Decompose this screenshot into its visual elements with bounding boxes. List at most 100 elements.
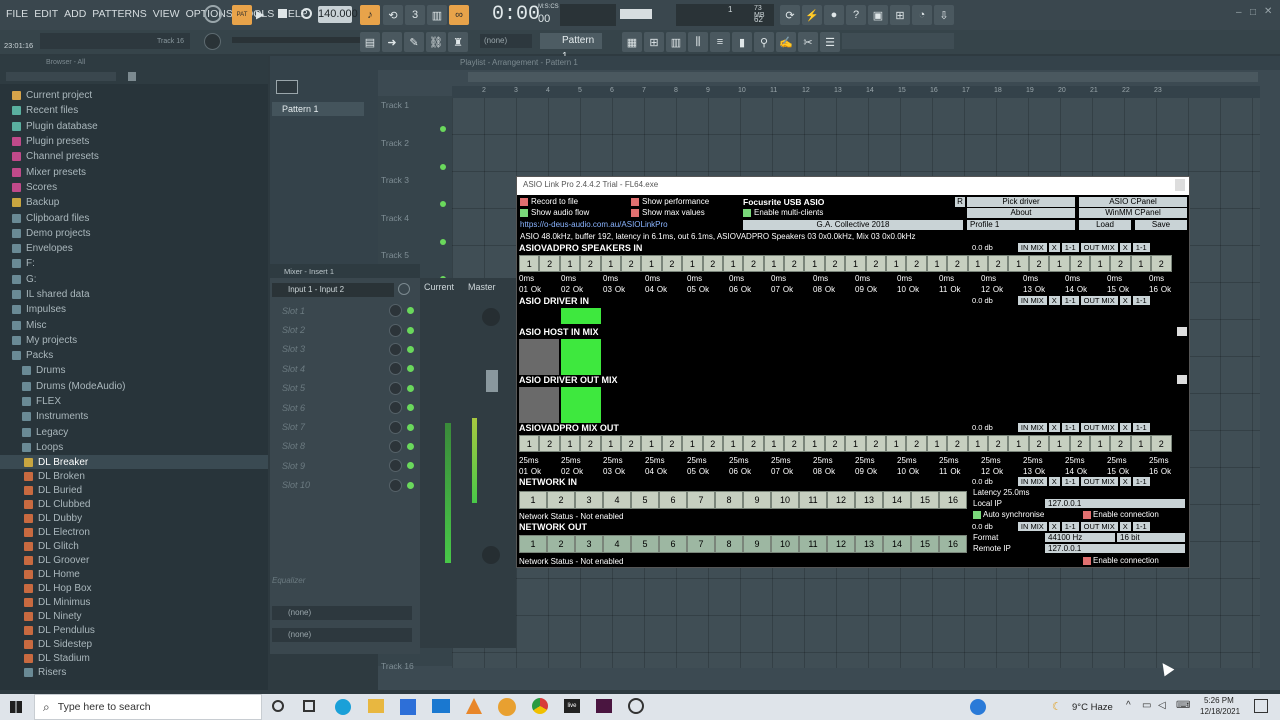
slot-mix-knob[interactable] <box>389 439 402 453</box>
notification-icon[interactable] <box>1254 699 1268 713</box>
channel-cell[interactable]: 1 <box>926 255 948 272</box>
channel-cell[interactable]: 1 <box>763 255 785 272</box>
mixer-slot[interactable]: Slot 6 <box>270 398 420 417</box>
out-map-button[interactable]: 1-1 <box>1132 243 1150 252</box>
network-channel[interactable]: 5 <box>631 491 659 509</box>
close-icon[interactable]: ✕ <box>1264 6 1272 17</box>
link-icon[interactable]: ⛓ <box>426 32 446 52</box>
in-map-button[interactable]: 1-1 <box>1061 477 1079 486</box>
channel-cell[interactable]: 1 <box>519 255 540 272</box>
network-channel[interactable]: 11 <box>799 491 827 509</box>
network-channel[interactable]: 1 <box>519 535 547 553</box>
channel-cell[interactable]: 2 <box>702 435 723 452</box>
browser-item[interactable]: DL Sidestep <box>0 637 268 651</box>
browser-item[interactable]: DL Home <box>0 567 268 581</box>
browser-item[interactable]: Recent files <box>0 103 268 118</box>
channel-cell[interactable]: 2 <box>580 435 601 452</box>
mixer-slot[interactable]: Slot 10 <box>270 476 420 495</box>
browser-item[interactable]: DL Electron <box>0 525 268 539</box>
piano-icon[interactable]: ▥ <box>666 32 686 52</box>
browser-item[interactable]: F: <box>0 256 268 271</box>
channel-cell[interactable]: 1 <box>967 255 988 272</box>
browser-item[interactable]: Envelopes <box>0 241 268 256</box>
browser-item[interactable]: Packs <box>0 348 268 363</box>
menu-add[interactable]: ADD <box>64 8 86 20</box>
tray-app-icon[interactable] <box>970 699 986 715</box>
clock-time[interactable]: 5:26 PM <box>1204 696 1234 705</box>
browser-item[interactable]: Demo projects <box>0 226 268 241</box>
file-explorer-icon[interactable] <box>368 699 384 713</box>
in-mix-button[interactable]: IN MIX <box>1017 296 1047 305</box>
browser-item[interactable]: DL Ninety <box>0 609 268 623</box>
master-volume-slider[interactable] <box>232 37 362 43</box>
track-label[interactable]: Track 2 <box>378 138 448 148</box>
help-icon[interactable]: ? <box>846 5 866 25</box>
fl-studio-icon[interactable] <box>498 698 516 716</box>
pattern-view-icon[interactable] <box>276 80 298 94</box>
channel-cell[interactable]: 1 <box>1008 435 1029 452</box>
browser-item[interactable]: DL Hop Box <box>0 581 268 595</box>
master-pitch-knob[interactable] <box>204 33 221 50</box>
track-label[interactable]: Track 1 <box>378 100 448 110</box>
out-map-button[interactable]: 1-1 <box>1132 477 1150 486</box>
channel-cell[interactable]: 2 <box>1151 255 1172 272</box>
network-channel[interactable]: 15 <box>911 535 939 553</box>
network-channel[interactable]: 16 <box>939 491 967 509</box>
weather-text[interactable]: 9°C Haze <box>1072 702 1113 713</box>
browser-item[interactable]: Misc <box>0 317 268 332</box>
slot-enable-led[interactable] <box>407 423 414 431</box>
wrench-icon[interactable]: ✍ <box>776 32 796 52</box>
browser-item[interactable]: Loops <box>0 440 268 455</box>
browser-item[interactable]: Impulses <box>0 302 268 317</box>
channel-cell[interactable]: 2 <box>539 435 560 452</box>
network-channel[interactable]: 13 <box>855 491 883 509</box>
channel-cell[interactable]: 1 <box>682 435 703 452</box>
mic-icon[interactable]: ● <box>824 5 844 25</box>
network-channel[interactable]: 12 <box>827 491 855 509</box>
channel-cell[interactable]: 2 <box>661 255 683 272</box>
mixer-slot[interactable]: Slot 5 <box>270 379 420 398</box>
channel-cell[interactable]: 2 <box>947 435 968 452</box>
save-icon[interactable]: ▣ <box>868 5 888 25</box>
track-mute-led[interactable] <box>440 238 446 245</box>
channel-cell[interactable]: 2 <box>824 435 846 452</box>
step-edit-icon[interactable]: ▥ <box>427 5 447 25</box>
channel-cell[interactable]: 2 <box>743 255 764 272</box>
out-mix-button[interactable]: OUT MIX <box>1080 296 1118 305</box>
browser-item[interactable]: DL Clubbed <box>0 497 268 511</box>
pattern-none-select[interactable]: (none) <box>480 34 532 48</box>
playlist-ruler[interactable]: 2 3 4 5 6 7 8 9 10 11 12 13 14 15 16 17 18 19 20 21 22 23 <box>452 86 1260 98</box>
channel-cell[interactable]: 2 <box>580 255 601 272</box>
channel-cell[interactable]: 2 <box>620 435 642 452</box>
master-fader[interactable] <box>486 370 498 392</box>
chat-icon[interactable]: ◔ <box>912 5 932 25</box>
channel-cell[interactable]: 1 <box>1130 255 1152 272</box>
mail-icon[interactable] <box>432 699 450 713</box>
mixer-input-knob[interactable] <box>398 283 410 295</box>
track-label[interactable]: Track 16 <box>378 661 448 671</box>
plug-icon[interactable]: ⚡ <box>802 5 822 25</box>
network-channel[interactable]: 8 <box>715 491 743 509</box>
channel-cell[interactable]: 2 <box>1028 435 1050 452</box>
refresh-icon[interactable]: ⟳ <box>780 5 800 25</box>
channel-cell[interactable]: 1 <box>559 255 581 272</box>
menu-file[interactable]: FILE <box>6 8 28 20</box>
slot-mix-knob[interactable] <box>389 381 402 395</box>
out-mix-button[interactable]: OUT MIX <box>1080 522 1118 531</box>
network-channel[interactable]: 3 <box>575 491 603 509</box>
in-mix-button[interactable]: IN MIX <box>1017 423 1047 432</box>
out-mix-button[interactable]: OUT MIX <box>1080 423 1118 432</box>
network-channel[interactable]: 2 <box>547 535 575 553</box>
in-map-button[interactable]: 1-1 <box>1061 296 1079 305</box>
channel-cell[interactable]: 2 <box>1151 435 1172 452</box>
track-label[interactable]: Track 3 <box>378 175 448 185</box>
stamp-icon[interactable]: ♜ <box>448 32 468 52</box>
browser-item[interactable]: DL Glitch <box>0 539 268 553</box>
browser-filter[interactable] <box>6 72 116 81</box>
plug-2-icon[interactable]: ⚲ <box>754 32 774 52</box>
enable-out-checkbox[interactable] <box>1083 557 1091 565</box>
channel-cell[interactable]: 2 <box>784 255 805 272</box>
channel-icon[interactable]: ≡ <box>710 32 730 52</box>
task-view-icon[interactable] <box>303 700 315 712</box>
browser-icon[interactable]: ▮ <box>732 32 752 52</box>
